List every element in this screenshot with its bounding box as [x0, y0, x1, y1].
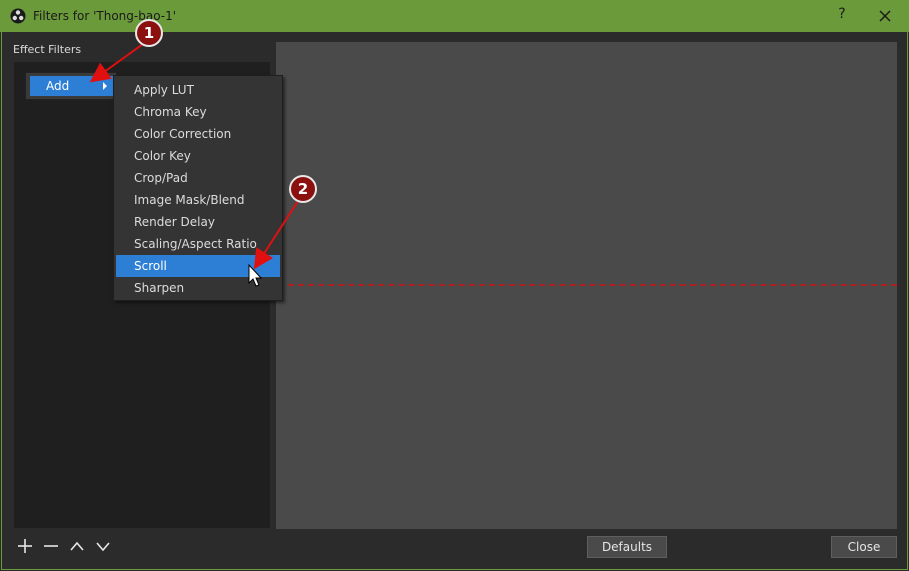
effect-filters-label: Effect Filters [13, 43, 82, 56]
menu-item-scaling-aspect-ratio[interactable]: Scaling/Aspect Ratio [116, 233, 280, 255]
menu-item-color-key[interactable]: Color Key [116, 145, 280, 167]
menu-item-render-delay[interactable]: Render Delay [116, 211, 280, 233]
help-button[interactable]: ? [832, 6, 852, 26]
defaults-button[interactable]: Defaults [587, 536, 667, 558]
plus-icon[interactable] [15, 537, 35, 555]
step-badge-2: 2 [289, 175, 317, 203]
add-context-menu: Add [25, 72, 117, 100]
filter-submenu: Apply LUT Chroma Key Color Correction Co… [113, 75, 283, 301]
menu-item-image-mask-blend[interactable]: Image Mask/Blend [116, 189, 280, 211]
menu-item-scroll[interactable]: Scroll [116, 255, 280, 277]
submenu-arrow-icon [103, 82, 107, 90]
menu-item-color-correction[interactable]: Color Correction [116, 123, 280, 145]
close-window-icon[interactable] [874, 5, 896, 27]
step-badge-1: 1 [135, 19, 163, 47]
menu-item-crop-pad[interactable]: Crop/Pad [116, 167, 280, 189]
add-menu-item[interactable]: Add [30, 76, 113, 96]
scroll-guide-line [288, 284, 897, 286]
minus-icon[interactable] [41, 537, 61, 555]
menu-item-chroma-key[interactable]: Chroma Key [116, 101, 280, 123]
chevron-up-icon[interactable] [67, 537, 87, 555]
menu-item-apply-lut[interactable]: Apply LUT [116, 79, 280, 101]
chevron-down-icon[interactable] [93, 537, 113, 555]
add-menu-label: Add [46, 79, 70, 93]
close-button[interactable]: Close [831, 536, 897, 558]
menu-item-sharpen[interactable]: Sharpen [116, 277, 280, 299]
obs-logo-icon [10, 8, 26, 24]
